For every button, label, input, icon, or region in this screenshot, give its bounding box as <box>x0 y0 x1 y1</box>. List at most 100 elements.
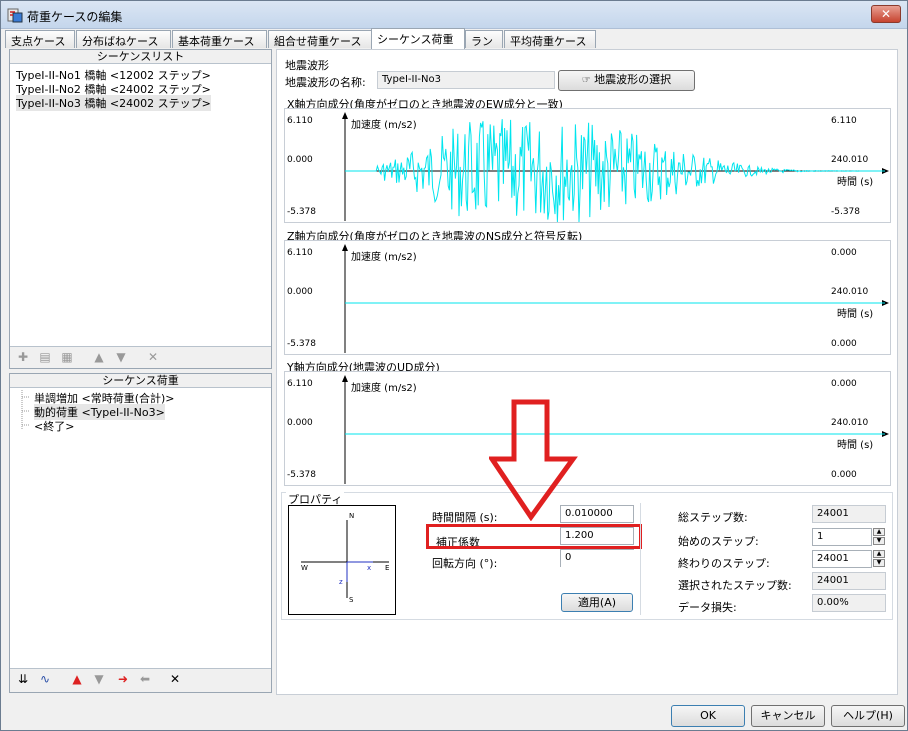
y-chart: 6.110 0.000 -5.378 加速度 (m/s2) 0.000 240.… <box>284 371 891 486</box>
data-loss-label: データ損失: <box>678 601 737 614</box>
y-title: 加速度 (m/s2) <box>351 120 417 131</box>
select-waveform-label: 地震波形の選択 <box>594 73 672 86</box>
wave-icon[interactable]: ∿ <box>38 672 52 686</box>
help-button[interactable]: ヘルプ(H) <box>831 705 905 727</box>
sequence-load-toolbar: ⇊ ∿ ▲ ▼ ➜ ⬅ ✕ <box>10 668 271 692</box>
sequence-load-panel: シーケンス荷重 単調増加 <常時荷重(合計)> 動的荷重 <TypeI-II-N… <box>9 373 272 693</box>
compass-e: E <box>385 564 390 572</box>
dialog-window: 荷重ケースの編集 ✕ 支点ケース 分布ばねケース 基本荷重ケース 組合せ荷重ケー… <box>0 0 908 731</box>
compass-w: W <box>301 564 308 572</box>
compass-z: z <box>339 578 343 586</box>
tab-average-load[interactable]: 平均荷重ケース <box>504 30 596 48</box>
end-step-label: 終わりのステップ: <box>678 557 770 570</box>
total-steps-field: 24001 <box>812 505 886 523</box>
app-icon <box>7 8 23 23</box>
z-chart: 6.110 0.000 -5.378 加速度 (m/s2) 0.000 240.… <box>284 240 891 355</box>
y-max-label: 6.110 <box>287 116 313 126</box>
sequence-list-panel: シーケンスリスト TypeI-II-No1 橋軸 <12002 ステップ> Ty… <box>9 49 272 369</box>
sequence-list-header: シーケンスリスト <box>10 50 271 64</box>
delete-icon[interactable]: ✕ <box>168 672 182 686</box>
right-top-label: 0.000 <box>831 248 857 258</box>
delete-icon[interactable]: ✕ <box>146 350 160 364</box>
sequence-list-toolbar: ✚ ▤ ▦ ▲ ▼ ✕ <box>10 346 271 368</box>
sequence-load-header: シーケンス荷重 <box>10 374 271 388</box>
rotation-field[interactable]: 0 <box>560 549 634 567</box>
y-mid-label: 0.000 <box>287 155 313 165</box>
right-mid-label: 240.010 <box>831 155 869 165</box>
end-step-field[interactable]: 24001 <box>812 550 872 568</box>
right-bottom-label: 0.000 <box>831 339 857 349</box>
x-title: 時間 (s) <box>837 177 874 188</box>
data-loss-field: 0.00% <box>812 594 886 612</box>
move-down-icon[interactable]: ▼ <box>92 672 106 686</box>
start-step-spinner[interactable]: ▲ ▼ <box>873 528 885 546</box>
move-up-icon[interactable]: ▲ <box>70 672 84 686</box>
apply-button[interactable]: 適用(A) <box>561 593 633 612</box>
window-title: 荷重ケースの編集 <box>27 10 123 24</box>
spin-up-icon[interactable]: ▲ <box>873 550 885 558</box>
close-button[interactable]: ✕ <box>871 5 901 23</box>
x-chart: 6.110 0.000 -5.378 加速度 (m/s2) 6.110 240.… <box>284 108 891 223</box>
earthquake-group-label: 地震波形 <box>285 59 329 72</box>
earthquake-group: 地震波形 地震波形の名称: TypeI-II-No3 ☞ 地震波形の選択 <box>281 55 893 93</box>
compass-s: S <box>349 596 354 604</box>
tree-lines <box>21 390 30 430</box>
x-title: 時間 (s) <box>837 309 874 320</box>
right-mid-label: 240.010 <box>831 287 869 297</box>
copy-icon[interactable]: ▤ <box>38 350 52 364</box>
add-icon[interactable]: ✚ <box>16 350 30 364</box>
tab-support-case[interactable]: 支点ケース <box>5 30 75 48</box>
annotation-arrow <box>489 399 578 521</box>
title-bar: 荷重ケースの編集 ✕ <box>1 1 907 29</box>
start-step-label: 始めのステップ: <box>678 535 759 548</box>
highlight-box <box>426 524 642 549</box>
y-mid-label: 0.000 <box>287 287 313 297</box>
spin-down-icon[interactable]: ▼ <box>873 537 885 545</box>
list-item-selected[interactable]: TypeI-II-No3 橋軸 <24002 ステップ> <box>16 95 211 111</box>
tab-distributed-spring[interactable]: 分布ばねケース <box>76 30 171 48</box>
time-interval-label: 時間間隔 (s): <box>432 511 498 524</box>
x-title: 時間 (s) <box>837 440 874 451</box>
spin-up-icon[interactable]: ▲ <box>873 528 885 536</box>
y-min-label: -5.378 <box>287 207 317 217</box>
ok-button[interactable]: OK <box>671 705 745 727</box>
right-top-label: 6.110 <box>831 116 857 126</box>
cancel-button[interactable]: キャンセル <box>751 705 825 727</box>
import-icon[interactable]: ▦ <box>60 350 74 364</box>
monotonic-icon[interactable]: ⇊ <box>16 672 30 686</box>
tab-run[interactable]: ラン <box>465 30 503 48</box>
compass-x: x <box>367 564 372 572</box>
spin-down-icon[interactable]: ▼ <box>873 559 885 567</box>
compass-diagram: N S W E x z <box>288 505 396 615</box>
y-min-label: -5.378 <box>287 470 317 480</box>
divider <box>640 503 641 615</box>
tab-sequence-load[interactable]: シーケンス荷重 <box>371 28 465 49</box>
earthquake-name-field: TypeI-II-No3 <box>377 71 555 89</box>
rotation-label: 回転方向 (°): <box>432 557 498 570</box>
arrow-left-icon[interactable]: ⬅ <box>138 672 152 686</box>
selected-steps-label: 選択されたステップ数: <box>678 579 792 592</box>
right-top-label: 0.000 <box>831 379 857 389</box>
select-waveform-button[interactable]: ☞ 地震波形の選択 <box>558 70 695 91</box>
tree-item[interactable]: <終了> <box>34 418 74 434</box>
y-min-label: -5.378 <box>287 339 317 349</box>
right-bottom-label: 0.000 <box>831 470 857 480</box>
y-title: 加速度 (m/s2) <box>351 383 417 394</box>
compass-axes <box>301 520 389 598</box>
start-step-field[interactable]: 1 <box>812 528 872 546</box>
right-panel: 地震波形 地震波形の名称: TypeI-II-No3 ☞ 地震波形の選択 X軸方… <box>276 49 898 695</box>
y-title: 加速度 (m/s2) <box>351 252 417 263</box>
move-up-icon[interactable]: ▲ <box>92 350 106 364</box>
waveform-select-icon: ☞ <box>581 75 595 86</box>
tab-basic-load[interactable]: 基本荷重ケース <box>172 30 267 48</box>
right-bottom-label: -5.378 <box>831 207 861 217</box>
y-max-label: 6.110 <box>287 379 313 389</box>
tab-combination-load[interactable]: 組合せ荷重ケース <box>268 30 372 48</box>
arrow-right-icon[interactable]: ➜ <box>116 672 130 686</box>
end-step-spinner[interactable]: ▲ ▼ <box>873 550 885 568</box>
properties-group: プロパティ N S W E x z 時間間隔 (s): 0.010000 補正係… <box>281 491 893 620</box>
move-down-icon[interactable]: ▼ <box>114 350 128 364</box>
total-steps-label: 総ステップ数: <box>678 511 748 524</box>
y-mid-label: 0.000 <box>287 418 313 428</box>
y-max-label: 6.110 <box>287 248 313 258</box>
